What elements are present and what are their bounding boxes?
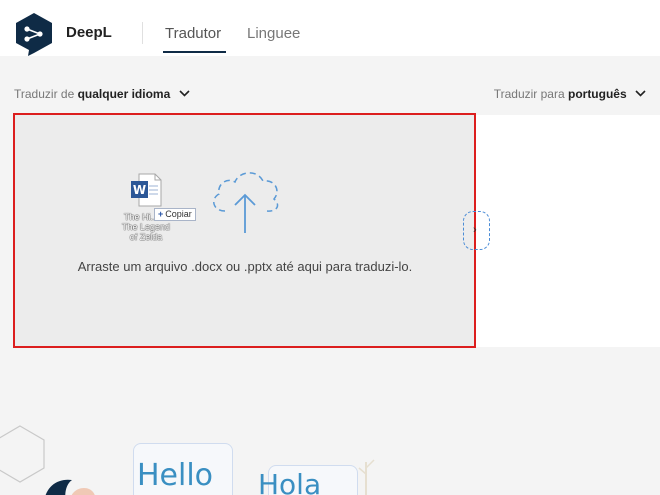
sparkle-decoration-icon (358, 459, 375, 495)
header-divider (142, 22, 143, 44)
chevron-down-icon (635, 90, 646, 97)
target-text-panel[interactable] (476, 115, 660, 347)
target-language-value: português (567, 87, 627, 101)
target-language-selector[interactable]: Traduzir para português (494, 87, 646, 101)
chevron-down-icon (179, 90, 190, 97)
chevron-right-icon: › (473, 224, 477, 236)
svg-text:W: W (133, 183, 146, 197)
active-tab-indicator (163, 51, 226, 53)
header: DeepL Tradutor Linguee (0, 0, 660, 56)
word-document-icon[interactable]: W (130, 173, 162, 207)
bubble-text-hello: Hello (137, 458, 214, 493)
source-language-selector[interactable]: Traduzir de qualquer idioma (14, 87, 190, 101)
source-language-prefix: Traduzir de (14, 87, 75, 101)
target-language-prefix: Traduzir para (493, 87, 565, 101)
plus-icon: + (158, 209, 164, 219)
drop-instructions: Arraste um arquivo .docx ou .pptx até aq… (77, 259, 413, 274)
source-language-value: qualquer idioma (77, 87, 171, 101)
brand-name[interactable]: DeepL (66, 24, 112, 41)
person-illustration-icon (45, 479, 95, 495)
cloud-upload-icon (213, 172, 279, 233)
tab-linguee[interactable]: Linguee (247, 25, 300, 42)
copy-badge-label: Copiar (165, 209, 192, 219)
tab-tradutor[interactable]: Tradutor (165, 25, 221, 42)
bubble-text-hola: Hola (258, 468, 322, 495)
copy-badge: + Copiar (154, 208, 196, 221)
deepl-logo-icon[interactable] (14, 12, 54, 56)
